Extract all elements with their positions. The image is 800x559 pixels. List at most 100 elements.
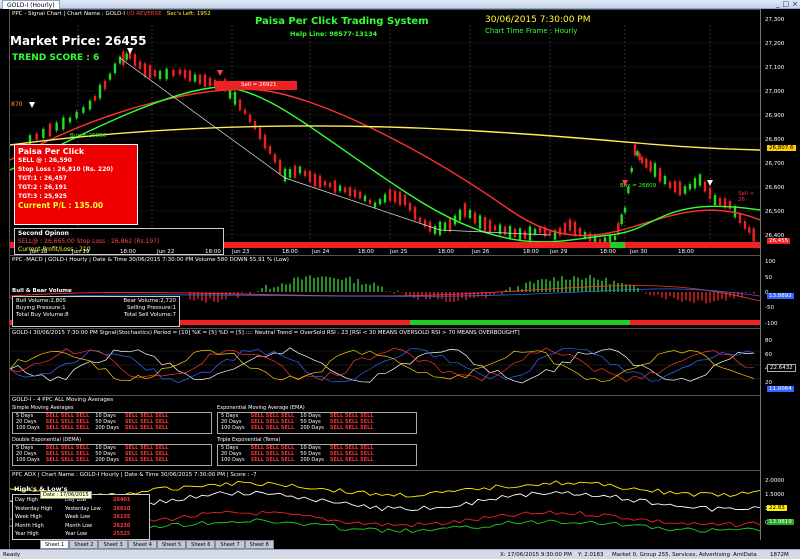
candle-body — [122, 51, 125, 66]
macd-pane[interactable]: PPC -MACD | GOLD-I Hourly | Date & Time … — [10, 255, 760, 328]
ppc-current-pl: Current P/L : 135.00 — [18, 201, 104, 210]
stochastic-axis[interactable]: 80604020 — [760, 328, 800, 395]
ma-section-box: 5 Days SELL SELL SELL 10 Days SELL SELL SEL… — [12, 444, 212, 466]
hl-value: 26230 — [113, 522, 131, 529]
candle-body — [108, 73, 112, 80]
candle-body — [728, 201, 732, 209]
signal-strip-green — [610, 242, 625, 248]
hl-row: Month High Month Low 26230 — [15, 522, 147, 531]
axis-tick: 1.5000 — [765, 492, 785, 498]
candle-body — [338, 185, 342, 192]
candle-body — [178, 69, 182, 75]
candle-body — [463, 203, 467, 217]
adx-pane[interactable]: PPC ADX | Chart Name : GOLD-I Hourly | D… — [10, 470, 760, 540]
hl-value: 26401 — [113, 497, 131, 503]
ma-period: 200 Days — [95, 425, 119, 431]
ma-section-title: Simple Moving Averages — [12, 405, 74, 411]
hl-row: Week High Week Low 26135 — [15, 513, 147, 522]
price-tick: 26,800 — [765, 137, 785, 143]
candle-body — [263, 134, 267, 149]
sheet-tab[interactable]: Sheet 5 — [156, 540, 187, 549]
candle-body — [620, 214, 623, 225]
macd-axis[interactable]: 100500-50-100 — [760, 255, 800, 328]
ma-signal: SELL SELL SELL — [250, 425, 295, 431]
buy-signal-tag-2: Buy = 26809 — [620, 183, 657, 189]
candle-body — [678, 181, 682, 196]
candle-body — [393, 190, 397, 203]
candle-body — [718, 197, 722, 206]
sheet-tab[interactable]: Sheet 8 — [244, 540, 274, 549]
ma-period: 200 Days — [300, 425, 324, 431]
buying-pressure: Buying Pressure:1 — [16, 305, 66, 311]
candle-body — [708, 187, 712, 199]
candle-body — [133, 54, 137, 66]
candle-body — [293, 165, 297, 178]
highs-lows-rows: Day High Day Low 26401 Yesterday High Yester… — [15, 496, 147, 539]
ma-signal: SELL SELL SELL — [45, 457, 90, 463]
status-yval: Y: 2.0183 — [578, 552, 604, 558]
ppc-box-title: Paisa Per Click — [18, 147, 85, 156]
close-icon[interactable]: × — [792, 0, 798, 9]
stoch-tag-1: 22.6432 — [767, 364, 796, 372]
ppc-signal-box: Paisa Per Click SELL @ : 26,590 Stop Los… — [14, 144, 138, 225]
candle-body — [313, 173, 317, 187]
candle-body — [165, 68, 168, 80]
candle-body — [468, 209, 472, 219]
ppc-sell: SELL @ : 26,590 — [18, 157, 72, 164]
minimize-icon[interactable]: _ — [776, 0, 780, 9]
candle-body — [253, 121, 257, 129]
ma-section-title: Double Exponential (DEMA) — [12, 437, 82, 443]
chart-timeframe: Chart Time Frame : Hourly — [485, 27, 578, 35]
candle-body — [268, 146, 272, 154]
candle-body — [35, 133, 38, 140]
candle-body — [508, 226, 512, 238]
hl-label: Month Low — [65, 522, 93, 529]
macd-header: PPC -MACD | GOLD-I Hourly | Date & Time … — [12, 257, 289, 263]
candle-body — [243, 109, 247, 114]
candle-body — [42, 128, 45, 138]
candle-body — [573, 221, 577, 235]
sheet-tab[interactable]: Sheet 2 — [69, 540, 99, 549]
bear-volume: Bear Volume:2,720 — [123, 298, 176, 304]
candle-body — [438, 221, 442, 235]
chart-header: PPC - Signal Chart | Chart Name : GOLD-I… — [12, 11, 211, 17]
candle-body — [493, 225, 497, 231]
sheet-tabs: Sheet 1 Sheet 2 Sheet 3 Sheet 4 Sheet 5 Sheet… — [40, 540, 274, 549]
hl-value: 25525 — [113, 531, 131, 537]
adx-header: PPC ADX | Chart Name : GOLD-I Hourly | D… — [12, 472, 257, 478]
sheet-tab[interactable]: Sheet 3 — [98, 540, 128, 549]
chart-tab[interactable]: GOLD-I (Hourly) — [2, 0, 60, 9]
moving-averages-pane: GOLD-I - 4 PPC ALL Moving Averages Simpl… — [10, 395, 760, 470]
ma-period: 200 Days — [95, 457, 119, 463]
candle-body — [488, 219, 492, 233]
stochastic-canvas[interactable] — [10, 329, 760, 396]
stochastic-pane[interactable]: GOLD-I 30/06/2015 7:30:00 PM Signal(Stoc… — [10, 328, 760, 395]
candle-body — [303, 170, 307, 177]
candle-body — [523, 231, 527, 239]
price-axis[interactable]: 27,300 27,200 27,100 27,000 26,900 26,800 26,7… — [760, 9, 800, 255]
candle-body — [528, 226, 532, 241]
hl-label: Year High — [15, 531, 39, 537]
sheet-tab[interactable]: Sheet 7 — [215, 540, 245, 549]
candle-body — [538, 227, 542, 233]
price-tick: 27,000 — [765, 89, 785, 95]
helpline: Help Line: 98577-13134 — [290, 30, 378, 38]
candle-body — [248, 114, 252, 123]
maximize-icon[interactable]: □ — [783, 0, 790, 9]
axis-tick: -50 — [765, 305, 774, 311]
market-price: Market Price: 26455 — [10, 34, 146, 48]
ma-period: 100 Days — [16, 425, 40, 431]
candle-body — [633, 144, 637, 156]
status-app: AmiData — [733, 552, 757, 558]
candle-body — [283, 168, 287, 182]
hl-label — [55, 522, 65, 531]
sheet-tab[interactable]: Sheet 6 — [186, 540, 216, 549]
ppc-stop-loss: Stop Loss : 26,810 (Rs. 220) — [18, 166, 114, 173]
hl-label: Yesterday High — [15, 505, 53, 512]
sheet-tab[interactable]: Sheet 4 — [127, 540, 157, 549]
stoch-line — [10, 349, 755, 383]
sheet-tab[interactable]: Sheet 1 — [40, 540, 70, 549]
candle-body — [658, 168, 662, 182]
ma-period: 100 Days — [221, 457, 245, 463]
price-chart-pane[interactable]: PPC - Signal Chart | Chart Name : GOLD-I… — [10, 9, 760, 255]
